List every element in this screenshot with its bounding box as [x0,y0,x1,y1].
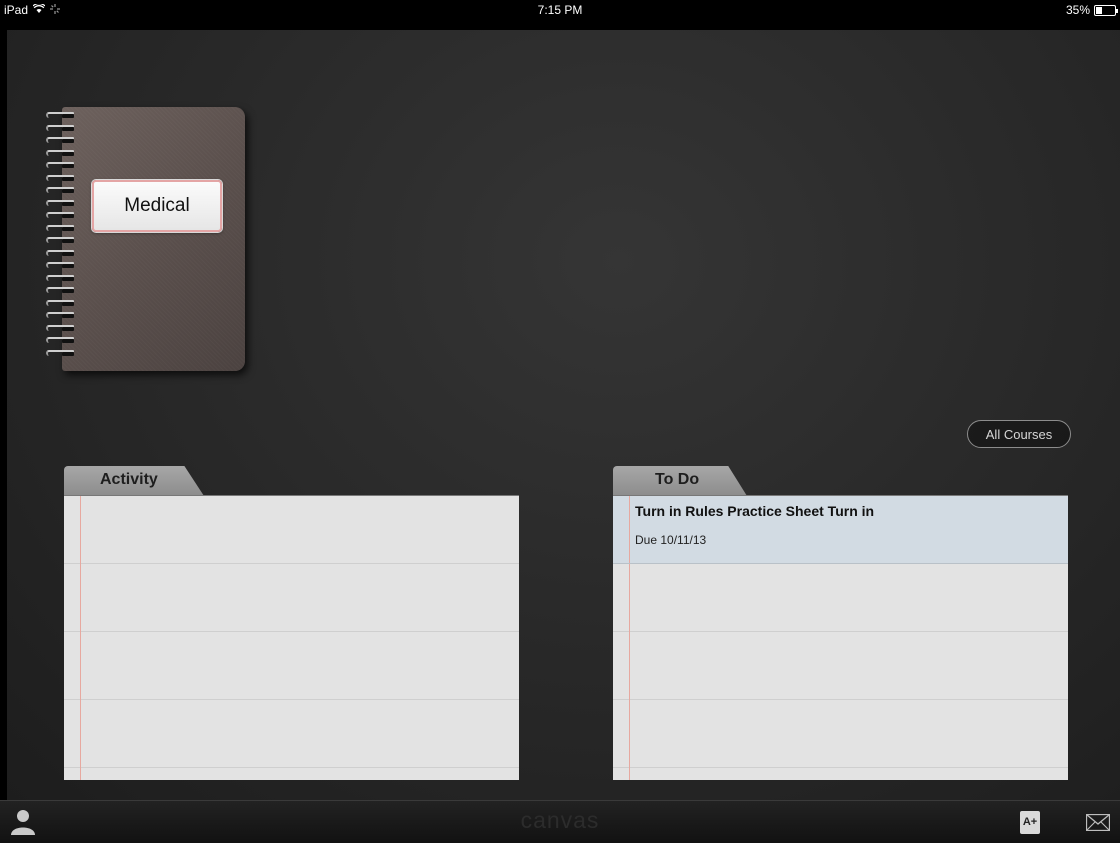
all-courses-button[interactable]: All Courses [967,420,1071,448]
activity-tab[interactable]: Activity [64,466,204,496]
todo-item-due-date: Due 10/11/13 [635,533,707,547]
spiral-ring [46,237,74,243]
battery-fill [1096,6,1102,14]
spiral-ring [46,324,74,331]
todo-item[interactable]: Turn in Rules Practice Sheet Turn in Due… [613,496,1068,564]
course-label: Medical [92,180,222,232]
spiral-ring [46,262,74,268]
todo-tab[interactable]: To Do [613,466,747,496]
spiral-ring [46,174,74,181]
spiral-ring [46,212,74,218]
spiral-ring [46,112,74,118]
spiral-ring [46,312,74,318]
battery-icon [1094,4,1118,16]
notebook-spiral-binding [46,112,74,366]
battery-percent: 35% [1065,3,1090,17]
spiral-ring [46,349,74,356]
status-time: 7:15 PM [537,3,583,17]
bottom-toolbar: canvas A+ [0,800,1120,843]
activity-list[interactable] [64,495,519,780]
spiral-ring [46,337,74,343]
spiral-ring [46,224,74,231]
spiral-ring [46,274,74,281]
activity-panel: Activity [64,466,519,780]
spiral-ring [46,299,74,306]
spiral-ring [46,199,74,206]
mail-icon[interactable] [1085,813,1111,832]
spiral-ring [46,149,74,156]
todo-item-title: Turn in Rules Practice Sheet Turn in [635,503,875,519]
spiral-ring [46,287,74,293]
spiral-ring [46,249,74,256]
spiral-ring [46,124,74,131]
todo-panel: To Do Turn in Rules Practice Sheet Turn … [613,466,1068,780]
todo-list: Turn in Rules Practice Sheet Turn in Due… [613,495,1068,780]
grades-icon[interactable]: A+ [1020,811,1040,834]
spiral-ring [46,187,74,193]
canvas-logo: canvas [520,807,600,833]
spiral-ring [46,137,74,143]
spiral-ring [46,162,74,168]
course-notebook-medical[interactable]: Medical [62,107,245,371]
status-bar: iPad 7:15 PM 35% [0,0,1120,30]
